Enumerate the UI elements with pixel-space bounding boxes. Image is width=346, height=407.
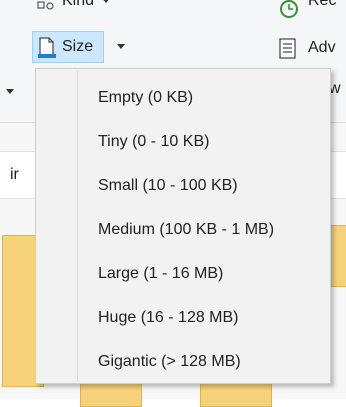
kind-label: Kind [62, 0, 95, 9]
menu-item-large[interactable]: Large (1 - 16 MB) [36, 254, 330, 296]
menu-item-label: Small (10 - 100 KB) [98, 177, 238, 194]
advanced-options-icon [279, 38, 296, 59]
menu-item-label: Tiny (0 - 10 KB) [98, 133, 210, 150]
menu-item-huge[interactable]: Huge (16 - 128 MB) [36, 298, 330, 340]
size-dropdown-menu: Empty (0 KB) Tiny (0 - 10 KB) Small (10 … [35, 68, 331, 384]
recent-label: Rec [308, 0, 337, 9]
recent-icon [280, 0, 298, 18]
size-label: Size [62, 38, 94, 55]
menu-item-gigantic[interactable]: Gigantic (> 128 MB) [36, 342, 330, 384]
menu-item-label: Empty (0 KB) [98, 89, 194, 106]
size-chevron-down-icon [117, 44, 125, 49]
dropdown-arrow-icon[interactable] [6, 89, 14, 94]
menu-item-small[interactable]: Small (10 - 100 KB) [36, 166, 330, 208]
kind-icon [37, 1, 54, 10]
menu-item-label: Gigantic (> 128 MB) [98, 353, 241, 370]
menu-item-label: Medium (100 KB - 1 MB) [98, 221, 275, 238]
menu-item-empty[interactable]: Empty (0 KB) [36, 78, 330, 120]
menu-item-tiny[interactable]: Tiny (0 - 10 KB) [36, 122, 330, 164]
size-button[interactable]: Size [32, 31, 125, 63]
file-size-icon [38, 37, 56, 58]
menu-item-label: Huge (16 - 128 MB) [98, 309, 239, 326]
menu-item-label: Large (1 - 16 MB) [98, 265, 224, 282]
advanced-label: Adv [308, 39, 336, 56]
menu-item-medium[interactable]: Medium (100 KB - 1 MB) [36, 210, 330, 252]
column-header-label: ir [10, 166, 19, 183]
kind-chevron-down-icon [102, 0, 110, 3]
